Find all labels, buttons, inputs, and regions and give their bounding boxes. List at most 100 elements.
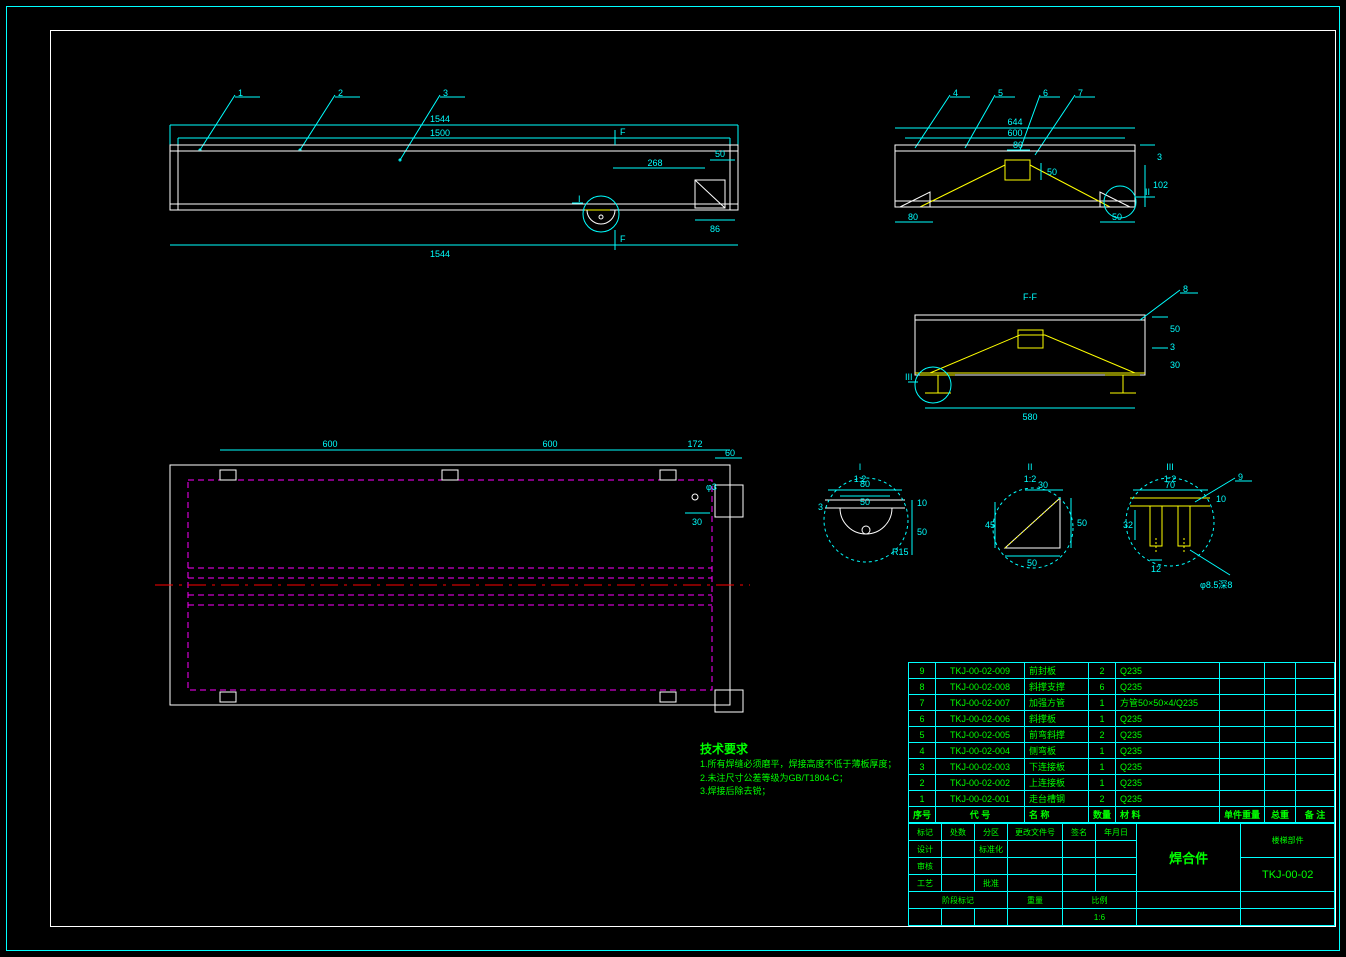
dim-plan600a: 600 — [322, 439, 337, 449]
bom-row: 5TKJ-00-02-005前弯斜撑2Q235 — [908, 727, 1334, 743]
bom-cell-idx: 8 — [908, 679, 935, 695]
dim-phi3: φ3 — [706, 482, 717, 492]
bom-cell-mat: Q235 — [1115, 679, 1219, 695]
project-name: 楼梯部件 — [1241, 824, 1335, 858]
bom-cell-name: 上连接板 — [1024, 775, 1088, 791]
bom-cell-idx: 4 — [908, 743, 935, 759]
dim-ff50: 50 — [1170, 324, 1180, 334]
bom-cell-mat: Q235 — [1115, 743, 1219, 759]
bom-cell-mat: Q235 — [1115, 663, 1219, 679]
dim-I-r: R15 — [892, 547, 909, 557]
svg-text:F: F — [620, 127, 626, 137]
dim-600a: 600 — [1007, 128, 1022, 138]
bom-cell-code: TKJ-00-02-003 — [935, 759, 1024, 775]
bom-cell-name: 加强方管 — [1024, 695, 1088, 711]
dim-II-30: 30 — [1038, 480, 1048, 490]
bom-cell-code: TKJ-00-02-007 — [935, 695, 1024, 711]
bom-cell-code: TKJ-00-02-002 — [935, 775, 1024, 791]
dim-1544a: 1544 — [430, 114, 450, 124]
dim-1500: 1500 — [430, 128, 450, 138]
dim-I-50: 50 — [860, 497, 870, 507]
bom-cell-code: TKJ-00-02-006 — [935, 711, 1024, 727]
detail-I: I 1:2 80 50 R15 10 50 3 — [820, 460, 960, 590]
dim-plan30: 30 — [692, 517, 702, 527]
drawing-scale: 1:6 — [1062, 909, 1136, 926]
bom-cell-mat: Q235 — [1115, 791, 1219, 807]
bom-cell-idx: 1 — [908, 791, 935, 807]
dim-3a: 3 — [1157, 152, 1162, 162]
detail-III-label: III — [1166, 462, 1174, 472]
bom-row: 3TKJ-00-02-003下连接板1Q235 — [908, 759, 1334, 775]
dim-580: 580 — [1022, 412, 1037, 422]
bom-cell-code: TKJ-00-02-009 — [935, 663, 1024, 679]
bom-cell-mat: Q235 — [1115, 775, 1219, 791]
bom-hdr-name: 名 称 — [1024, 807, 1088, 823]
dim-644: 644 — [1007, 117, 1022, 127]
svg-text:F: F — [620, 234, 626, 244]
bom-cell-mat: Q235 — [1115, 727, 1219, 743]
bom-row: 9TKJ-00-02-009前封板2Q235 — [908, 663, 1334, 679]
bom-cell-qty: 2 — [1088, 663, 1115, 679]
dim-II-50: 50 — [1077, 518, 1087, 528]
bom-cell-qty: 6 — [1088, 679, 1115, 695]
dim-plan172: 172 — [687, 439, 702, 449]
dim-50b: 50 — [1112, 212, 1122, 222]
dim-side-50c: 50 — [1047, 167, 1057, 177]
bom-row: 4TKJ-00-02-004侧弯板1Q235 — [908, 743, 1334, 759]
bom-cell-name: 前封板 — [1024, 663, 1088, 679]
bom-cell-code: TKJ-00-02-001 — [935, 791, 1024, 807]
dim-I-50b: 50 — [917, 527, 927, 537]
bom-cell-mat: 方管50×50×4/Q235 — [1115, 695, 1219, 711]
bom-row: 2TKJ-00-02-002上连接板1Q235 — [908, 775, 1334, 791]
bom-cell-mat: Q235 — [1115, 759, 1219, 775]
dim-50a: 50 — [715, 149, 725, 159]
dim-plan-right: 60 — [725, 448, 735, 458]
section-ff: F-F 580 III 50 30 3 8 — [870, 290, 1210, 440]
plan-view: 600 600 172 φ3 30 60 — [140, 440, 780, 720]
dim-III-10: 10 — [1216, 494, 1226, 504]
bom-cell-code: TKJ-00-02-005 — [935, 727, 1024, 743]
tech-req-2: 2.未注尺寸公差等级为GB/T1804-C； — [700, 772, 897, 786]
bom-hdr-wt1: 单件重量 — [1219, 807, 1264, 823]
bracket-icons — [220, 470, 676, 702]
bom-hdr-code: 代 号 — [935, 807, 1024, 823]
bom-hdr-idx: 序号 — [908, 807, 935, 823]
dim-86: 86 — [710, 224, 720, 234]
bom-header-row: 序号 代 号 名 称 数量 材 料 单件重量 总重 备 注 — [908, 807, 1334, 823]
dim-III-r: φ8.5深8 — [1200, 580, 1232, 590]
section-ff-label: F-F — [1023, 292, 1037, 302]
bom-cell-qty: 2 — [1088, 727, 1115, 743]
bom-cell-name: 走台槽钢 — [1024, 791, 1088, 807]
bom-cell-mat: Q235 — [1115, 711, 1219, 727]
technical-requirements: 技术要求 1.所有焊缝必须磨平，焊接高度不低于薄板厚度； 2.未注尺寸公差等级为… — [700, 740, 897, 799]
detail-II-label: II — [1027, 462, 1032, 472]
dim-II-45: 45 — [985, 520, 995, 530]
bom-cell-idx: 7 — [908, 695, 935, 711]
detail-II-scale: 1:2 — [1024, 474, 1037, 484]
bom-cell-qty: 1 — [1088, 695, 1115, 711]
bom-cell-qty: 1 — [1088, 759, 1115, 775]
tech-req-title: 技术要求 — [700, 740, 897, 758]
bom-cell-name: 斜撑支撑 — [1024, 679, 1088, 695]
dim-ff30: 30 — [1170, 360, 1180, 370]
bom-cell-idx: 9 — [908, 663, 935, 679]
bom-row: 8TKJ-00-02-008斜撑支撑6Q235 — [908, 679, 1334, 695]
dim-III-32: 32 — [1123, 520, 1133, 530]
dim-I-3: 3 — [818, 502, 823, 512]
detail-III: III 1:2 70 10 32 12 φ8.5深8 9 — [1120, 460, 1270, 600]
dim-102: 102 — [1153, 180, 1168, 190]
dim-1544b: 1544 — [430, 249, 450, 259]
bom-cell-qty: 1 — [1088, 743, 1115, 759]
drawing-sheet: 1 2 3 1544 1500 I 268 50 86 — [0, 0, 1346, 957]
bom-hdr-note: 备 注 — [1296, 807, 1335, 823]
bom-cell-name: 侧弯板 — [1024, 743, 1088, 759]
front-elevation: 1 2 3 1544 1500 I 268 50 86 — [140, 90, 760, 260]
dim-III-12: 12 — [1151, 564, 1161, 574]
detail-II: II 1:2 30 50 45 50 — [985, 460, 1105, 580]
dim-I-10: 10 — [917, 498, 927, 508]
detail-mark-III: III — [905, 372, 913, 382]
bom-cell-idx: 3 — [908, 759, 935, 775]
dim-plan600b: 600 — [542, 439, 557, 449]
bom-cell-idx: 5 — [908, 727, 935, 743]
title-block-table: 标记 处数 分区 更改文件号 签名 年月日 焊合件 楼梯部件 设计标准化 审核 … — [908, 823, 1335, 926]
